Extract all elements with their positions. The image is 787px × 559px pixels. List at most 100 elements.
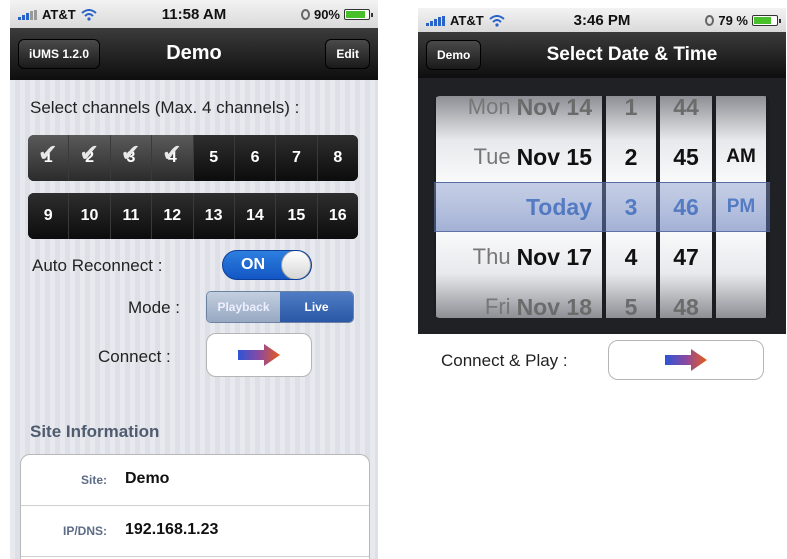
channel-number: 15 (287, 207, 306, 224)
channel-row-2: 9 10 11 12 13 14 15 16 (28, 193, 358, 239)
minute-option[interactable]: 46 (660, 182, 712, 232)
battery-group: 79 % (705, 13, 781, 28)
left-phone-screen: AT&T 11:58 AM 90% iUMS 1.2.0 Demo Edit S… (10, 0, 378, 559)
date-option[interactable]: Tue Nov 15 (436, 132, 602, 182)
back-button[interactable]: Demo (426, 40, 482, 70)
date-text: Nov 15 (516, 143, 592, 170)
toggle-knob[interactable] (281, 251, 311, 279)
date-option[interactable]: Today (436, 182, 602, 232)
hour-option[interactable]: 5 (606, 282, 656, 319)
channel-15[interactable]: 15 (276, 193, 318, 239)
channel-11[interactable]: 11 (110, 193, 153, 239)
ampm-option[interactable] (716, 282, 766, 318)
checkmark-icon: ✔ (120, 140, 141, 167)
ampm-option[interactable]: PM (716, 182, 766, 232)
ampm-option[interactable] (716, 232, 766, 282)
page-title: Select Date & Time (546, 44, 718, 65)
ampm-option[interactable] (716, 96, 766, 132)
mode-label: Mode : (128, 298, 180, 317)
minute-option[interactable]: 45 (660, 132, 712, 182)
checkmark-icon: ✔ (79, 140, 100, 167)
date-option[interactable]: Mon Nov 14 (436, 96, 602, 132)
channel-9[interactable]: 9 (28, 193, 70, 239)
hour-option[interactable]: 2 (606, 132, 656, 182)
hour-option[interactable]: 3 (606, 182, 656, 232)
hour-wheel[interactable]: 12345 (606, 96, 656, 318)
channel-number: 2 ✔ (79, 140, 100, 167)
date-option[interactable]: Fri Nov 18 (436, 282, 602, 319)
connect-play-button[interactable] (608, 340, 764, 380)
mode-live[interactable]: Live (280, 292, 353, 322)
connect-button[interactable] (206, 333, 312, 377)
site-info-card: Site: Demo IP/DNS: 192.168.1.23 (20, 454, 370, 559)
rotation-lock-icon (705, 15, 715, 26)
channel-8[interactable]: 8 (317, 135, 358, 181)
ipdns-row[interactable]: IP/DNS: 192.168.1.23 (21, 506, 369, 557)
date-text: Today (525, 193, 592, 220)
channel-2[interactable]: 2 ✔ (69, 135, 111, 181)
date-text: Nov 17 (516, 243, 592, 270)
channel-10[interactable]: 10 (69, 193, 111, 239)
ipdns-key: IP/DNS: (62, 524, 107, 538)
back-button[interactable]: iUMS 1.2.0 (18, 39, 101, 69)
auto-reconnect-label: Auto Reconnect : (32, 256, 163, 275)
channels-label: Select channels (Max. 4 channels) : (30, 98, 300, 117)
channel-row-1: 1 ✔ 2 ✔ 3 ✔ 4 ✔ 5 6 7 8 (28, 135, 358, 181)
minute-option[interactable]: 48 (660, 282, 712, 319)
channel-6[interactable]: 6 (234, 135, 277, 181)
checkmark-icon: ✔ (161, 140, 182, 167)
battery-percent: 90% (313, 7, 340, 22)
channel-number: 11 (122, 207, 140, 224)
status-bar: AT&T 3:46 PM 79 % (418, 8, 786, 32)
ampm-option[interactable]: AM (716, 132, 766, 182)
hour-option[interactable]: 4 (606, 232, 656, 282)
date-option[interactable]: Thu Nov 17 (436, 232, 602, 282)
date-text: Nov 18 (516, 293, 592, 319)
mode-segmented-control: Playback Live (206, 291, 354, 323)
minute-option[interactable]: 47 (660, 232, 712, 282)
ampm-wheel[interactable]: AM PM (716, 96, 766, 318)
battery-level (346, 11, 365, 18)
channel-number: 6 (250, 149, 260, 166)
date-weekday: Thu (472, 244, 511, 269)
channel-number: 8 (333, 149, 343, 166)
minute-wheel[interactable]: 44 45 46 47 48 (660, 96, 712, 318)
channel-14[interactable]: 14 (234, 193, 277, 239)
channel-5[interactable]: 5 (193, 135, 235, 181)
status-bar: AT&T 11:58 AM 90% (10, 0, 378, 28)
checkmark-icon: ✔ (37, 140, 58, 167)
battery-level (754, 17, 771, 24)
date-weekday: Mon (467, 96, 511, 119)
site-key: Site: (80, 473, 107, 487)
toggle-state: ON (241, 256, 265, 273)
battery-icon (344, 9, 373, 20)
channel-4[interactable]: 4 ✔ (152, 135, 194, 181)
channel-number: 16 (328, 207, 347, 224)
channel-number: 3 ✔ (120, 140, 141, 167)
channel-number: 4 ✔ (161, 140, 182, 167)
mode-playback[interactable]: Playback (207, 292, 280, 322)
auto-reconnect-toggle[interactable]: ON (222, 250, 312, 280)
site-info-header: Site Information (30, 422, 160, 441)
site-value: Demo (125, 470, 170, 487)
channel-16[interactable]: 16 (317, 193, 358, 239)
hour-option[interactable]: 1 (606, 96, 656, 132)
date-wheel[interactable]: Mon Nov 14 Tue Nov 15 Today Thu Nov 17 Fri Nov 1… (436, 96, 602, 318)
channel-number: 13 (204, 207, 223, 224)
site-row[interactable]: Site: Demo (21, 455, 369, 506)
channel-13[interactable]: 13 (193, 193, 235, 239)
channel-7[interactable]: 7 (276, 135, 318, 181)
battery-group: 90% (300, 7, 373, 22)
date-text: Nov 14 (516, 96, 592, 120)
minute-option[interactable]: 44 (660, 96, 712, 132)
battery-icon (752, 15, 781, 26)
channel-number: 1 ✔ (37, 140, 58, 167)
channel-12[interactable]: 12 (152, 193, 194, 239)
row-divider (21, 556, 369, 557)
channel-1[interactable]: 1 ✔ (28, 135, 70, 181)
date-time-picker[interactable]: Mon Nov 14 Tue Nov 15 Today Thu Nov 17 Fri Nov 1… (434, 96, 770, 318)
channel-3[interactable]: 3 ✔ (110, 135, 153, 181)
edit-button[interactable]: Edit (325, 39, 370, 69)
arrow-right-icon (238, 344, 280, 366)
nav-bar: iUMS 1.2.0 Demo Edit (10, 28, 378, 80)
